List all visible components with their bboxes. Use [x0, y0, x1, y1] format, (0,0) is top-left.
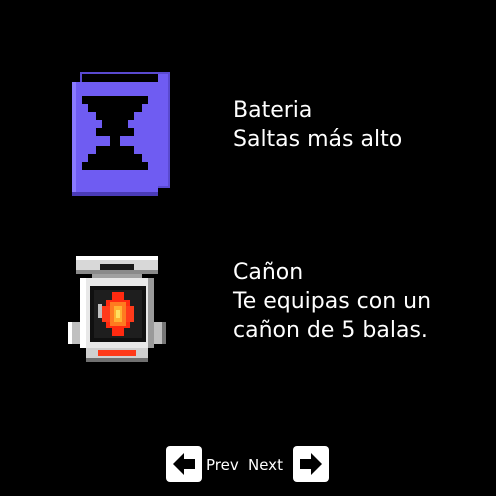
item-description: Saltas más alto: [233, 127, 403, 152]
next-label[interactable]: Next: [248, 456, 283, 474]
battery-icon: [72, 72, 170, 196]
cannon-icon: [68, 256, 166, 362]
item-name: Cañon: [233, 260, 304, 285]
item-description-line-2: cañon de 5 balas.: [233, 318, 428, 343]
item-description-line-1: Te equipas con un: [233, 289, 432, 314]
arrow-left-icon: [173, 453, 195, 475]
arrow-right-icon: [300, 453, 322, 475]
item-text-battery: Bateria Saltas más alto: [233, 96, 402, 154]
page-navigation: Prev Next: [166, 446, 330, 482]
item-text-cannon: Cañon Te equipas con un cañon de 5 balas…: [233, 258, 431, 345]
prev-label[interactable]: Prev: [206, 456, 239, 474]
prev-button[interactable]: [166, 446, 202, 482]
next-button[interactable]: [293, 446, 329, 482]
item-name: Bateria: [233, 98, 313, 123]
